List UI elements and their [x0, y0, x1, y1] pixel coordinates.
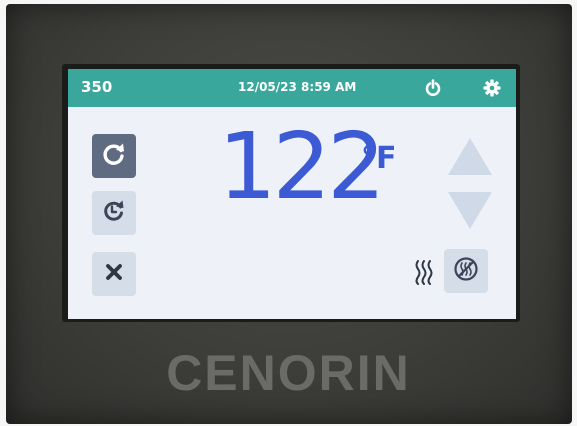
- timer-icon: [101, 198, 127, 228]
- gear-icon[interactable]: [483, 79, 501, 97]
- temperature-up-button[interactable]: [446, 135, 494, 179]
- cancel-button[interactable]: [92, 252, 136, 296]
- temperature-value: 122: [218, 113, 386, 220]
- heat-off-icon: [453, 256, 479, 286]
- heat-off-button[interactable]: [444, 249, 488, 293]
- datetime-display: 12/05/23 8:59 AM: [238, 80, 357, 94]
- refresh-icon: [101, 141, 127, 171]
- brand-logo: CENORIN: [166, 345, 411, 401]
- close-icon: [105, 263, 123, 285]
- status-bar: 350 12/05/23 8:59 AM: [68, 69, 516, 107]
- refresh-button[interactable]: [92, 134, 136, 178]
- touch-screen: 350 12/05/23 8:59 AM 122 °F: [68, 69, 516, 319]
- timer-button[interactable]: [92, 191, 136, 235]
- temperature-down-button[interactable]: [446, 188, 494, 232]
- unit-id: 350: [81, 78, 113, 96]
- triangle-up-icon: [446, 138, 494, 183]
- temperature-unit: °F: [361, 141, 397, 176]
- triangle-down-icon: [446, 192, 494, 236]
- power-icon[interactable]: [425, 79, 441, 97]
- heat-waves-icon: [414, 259, 434, 285]
